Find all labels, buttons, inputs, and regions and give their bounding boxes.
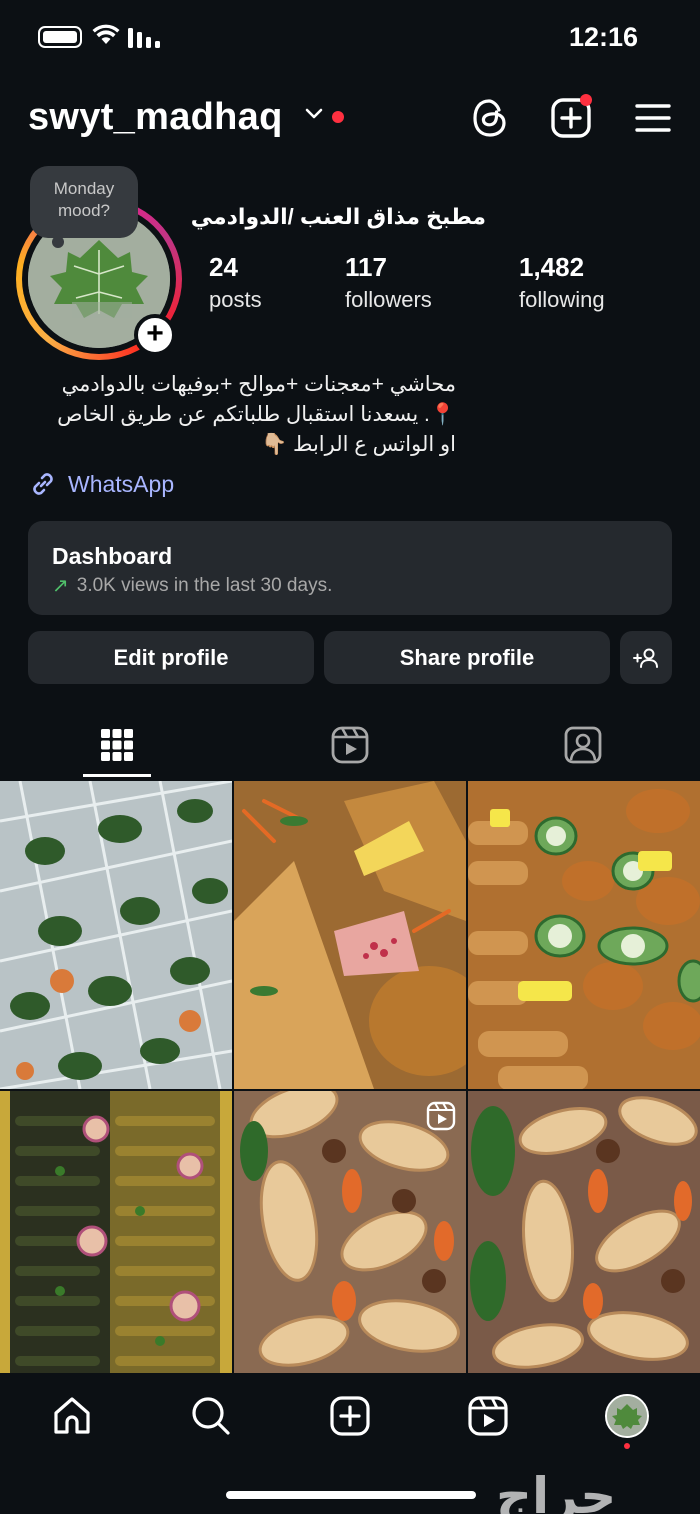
reels-icon: [468, 1396, 508, 1436]
menu-icon[interactable]: [634, 96, 672, 140]
post-thumbnail[interactable]: [234, 1091, 466, 1399]
username[interactable]: swyt_madhaq: [28, 96, 283, 139]
stat-followers-value: 117: [345, 252, 387, 282]
reels-icon: [331, 726, 368, 764]
profile-notification-dot: [624, 1443, 630, 1449]
link-text[interactable]: WhatsApp: [68, 471, 174, 498]
stat-following-label: following: [519, 287, 605, 312]
bio: محاشي +معجنات +موالح +بوفيهات بالدوادمي …: [16, 370, 456, 460]
chevron-down-icon[interactable]: [304, 106, 324, 120]
link-icon: [33, 473, 53, 495]
bio-link[interactable]: WhatsApp: [28, 468, 174, 500]
tab-posts-grid[interactable]: [0, 712, 233, 778]
nav-profile[interactable]: [597, 1391, 657, 1441]
create-notification-dot: [580, 94, 592, 106]
post-image: [468, 1091, 700, 1373]
add-story-button[interactable]: +: [134, 314, 176, 356]
display-name: مطبخ مذاق العنب /الدوادمي: [190, 204, 486, 229]
dashboard-subtitle: 3.0K views in the last 30 days.: [76, 574, 333, 596]
stat-followers-label: followers: [345, 287, 432, 312]
reel-badge-icon: [426, 1101, 456, 1131]
profile-header: swyt_madhaq: [0, 92, 700, 148]
add-person-icon: [633, 648, 658, 668]
post-image: [234, 781, 466, 1089]
battery-icon: [38, 26, 82, 48]
post-thumbnail[interactable]: [0, 781, 232, 1089]
status-time: 12:16: [568, 22, 638, 52]
create-icon: [330, 1396, 370, 1436]
profile-tabs: [0, 712, 700, 780]
tagged-icon: [564, 726, 601, 764]
nav-search[interactable]: [181, 1391, 241, 1441]
tab-tagged[interactable]: [466, 712, 699, 778]
account-notification-dot: [332, 111, 344, 123]
post-thumbnail[interactable]: [0, 1091, 232, 1399]
dashboard-card[interactable]: Dashboard ↗ 3.0K views in the last 30 da…: [28, 521, 672, 615]
post-image: [468, 781, 700, 1089]
bio-line: محاشي +معجنات +موالح +بوفيهات بالدوادمي: [61, 373, 456, 396]
search-icon: [192, 1397, 230, 1435]
bio-line: 📍. يسعدنا استقبال طلباتكم عن طريق الخاص: [57, 403, 456, 426]
share-profile-button[interactable]: Share profile: [324, 631, 610, 684]
stat-posts-value: 24: [209, 252, 238, 282]
bio-line: او الواتس ع الرابط 👇🏼: [261, 433, 456, 456]
nav-reels[interactable]: [458, 1391, 518, 1441]
trend-up-icon: ↗: [52, 575, 69, 597]
note-text: Monday mood?: [53, 179, 115, 220]
active-tab-indicator: [83, 774, 151, 777]
post-thumbnail[interactable]: [468, 1091, 700, 1399]
grape-leaf-logo: [607, 1396, 647, 1436]
dashboard-title: Dashboard: [52, 543, 173, 569]
tab-reels[interactable]: [233, 712, 466, 778]
posts-grid: [0, 781, 700, 1373]
dashboard-subtitle-row: ↗ 3.0K views in the last 30 days.: [52, 573, 332, 598]
stat-following[interactable]: 1,482 following: [519, 252, 605, 313]
stat-posts-label: posts: [209, 287, 262, 312]
post-thumbnail[interactable]: [468, 781, 700, 1089]
stat-posts[interactable]: 24 posts: [209, 252, 262, 313]
post-image: [0, 1091, 232, 1373]
post-image: [234, 1091, 466, 1373]
stat-followers[interactable]: 117 followers: [345, 252, 432, 313]
home-indicator[interactable]: [226, 1491, 476, 1499]
threads-icon[interactable]: [470, 96, 510, 140]
profile-avatar-small: [605, 1394, 649, 1438]
note-bubble-tail: [52, 236, 64, 248]
haraj-watermark: حراج: [496, 1467, 617, 1514]
status-bar: 12:16: [0, 0, 700, 80]
post-thumbnail[interactable]: [234, 781, 466, 1089]
signal-icon: [128, 28, 160, 48]
grid-icon: [100, 729, 133, 761]
post-image: [0, 781, 232, 1089]
note-bubble[interactable]: Monday mood?: [30, 166, 138, 238]
edit-profile-button[interactable]: Edit profile: [28, 631, 314, 684]
discover-people-button[interactable]: [620, 631, 672, 684]
nav-create[interactable]: [320, 1391, 380, 1441]
wifi-icon: [92, 24, 120, 44]
home-icon: [54, 1397, 90, 1434]
bottom-nav: حراج: [0, 1373, 700, 1514]
nav-home[interactable]: [42, 1391, 102, 1441]
stat-following-value: 1,482: [519, 252, 585, 282]
